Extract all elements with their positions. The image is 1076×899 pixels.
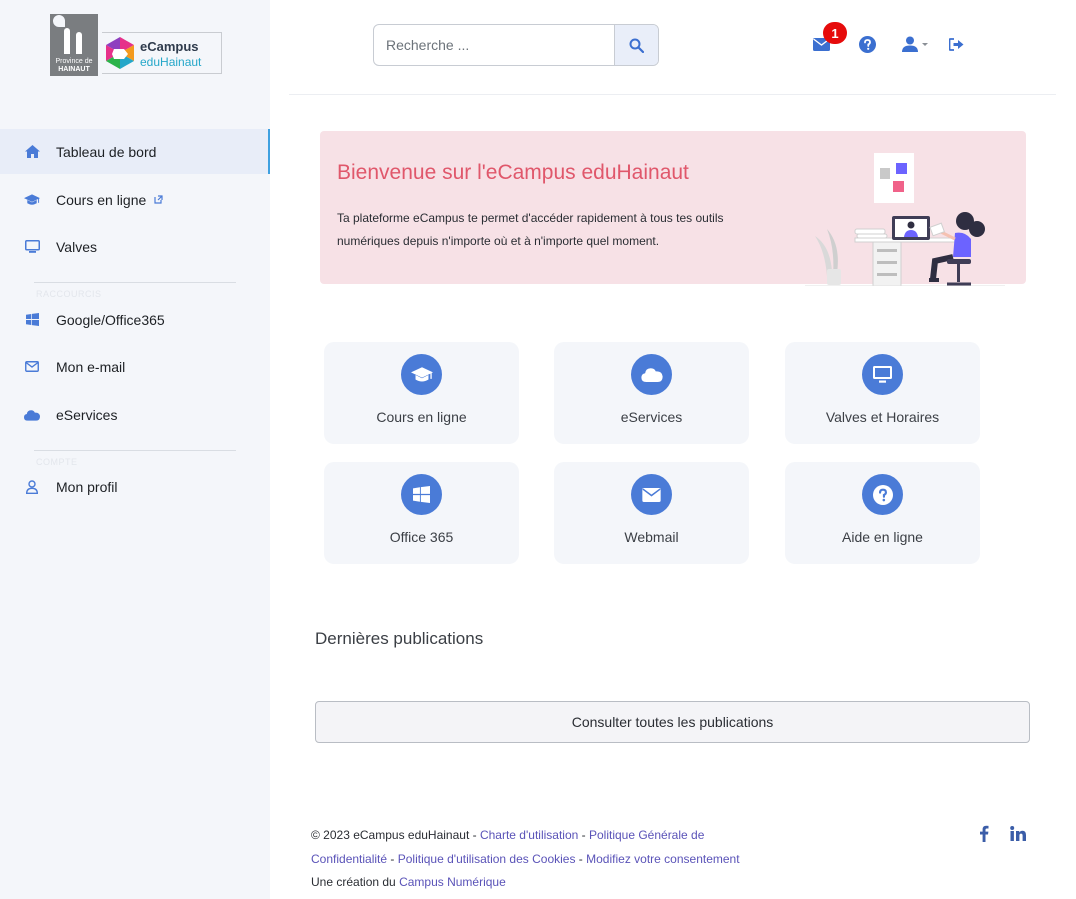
publications-title: Dernières publications bbox=[315, 629, 484, 648]
cloud-icon bbox=[24, 407, 40, 423]
sidebar-item-valves[interactable]: Valves bbox=[0, 224, 270, 269]
footer: © 2023 eCampus eduHainaut - Charte d'uti… bbox=[311, 824, 781, 895]
monitor-icon bbox=[24, 239, 40, 255]
facebook-link[interactable] bbox=[974, 823, 994, 843]
tile-valves-schedules[interactable]: Valves et Horaires bbox=[785, 342, 980, 444]
sidebar-item-profile[interactable]: Mon profil bbox=[0, 464, 270, 509]
tile-label: Aide en ligne bbox=[842, 529, 923, 545]
windows-icon bbox=[24, 312, 40, 328]
envelope-icon bbox=[24, 359, 40, 375]
monitor-icon bbox=[862, 354, 903, 395]
province-label: Province de bbox=[55, 58, 93, 65]
search-input[interactable] bbox=[374, 25, 615, 65]
consent-settings-link[interactable]: Modifiez votre consentement bbox=[586, 852, 739, 866]
envelope-icon bbox=[631, 474, 672, 515]
search-bar bbox=[373, 24, 659, 66]
home-icon bbox=[24, 144, 40, 160]
caret-down-icon bbox=[921, 42, 928, 46]
welcome-banner: Bienvenue sur l'eCampus eduHainaut Ta pl… bbox=[320, 131, 1026, 286]
linkedin-link[interactable] bbox=[1008, 823, 1028, 843]
tile-eservices[interactable]: eServices bbox=[554, 342, 749, 444]
question-icon bbox=[862, 474, 903, 515]
graduation-cap-icon bbox=[24, 192, 40, 208]
search-icon bbox=[629, 38, 644, 53]
hexagon-logo-icon bbox=[106, 37, 134, 69]
tile-online-courses[interactable]: Cours en ligne bbox=[324, 342, 519, 444]
province-name: HAINAUT bbox=[58, 66, 90, 73]
facebook-icon bbox=[980, 825, 989, 842]
footer-separator: - bbox=[578, 828, 589, 842]
sidebar-item-label: Tableau de bord bbox=[56, 143, 157, 160]
sidebar-item-label: Google/Office365 bbox=[56, 311, 165, 328]
sidebar-item-label: eServices bbox=[56, 406, 118, 423]
notification-badge: 1 bbox=[823, 22, 847, 44]
sidebar-item-dashboard[interactable]: Tableau de bord bbox=[0, 129, 270, 174]
sidebar-item-eservices[interactable]: eServices bbox=[0, 392, 270, 437]
sidebar-divider bbox=[34, 450, 236, 451]
tile-label: Cours en ligne bbox=[376, 409, 467, 425]
tile-label: eServices bbox=[620, 409, 683, 425]
welcome-title: Bienvenue sur l'eCampus eduHainaut bbox=[337, 161, 689, 184]
footer-separator: - bbox=[387, 851, 398, 866]
ecampus-logo[interactable]: Province de HAINAUT eCampus eduHainaut bbox=[50, 14, 222, 76]
cloud-icon bbox=[631, 354, 672, 395]
province-hainaut-logo: Province de HAINAUT bbox=[50, 14, 98, 76]
sidebar-item-google-office365[interactable]: Google/Office365 bbox=[0, 297, 270, 342]
sidebar-item-email[interactable]: Mon e-mail bbox=[0, 344, 270, 389]
sidebar-divider bbox=[34, 282, 236, 283]
tile-webmail[interactable]: Webmail bbox=[554, 462, 749, 564]
sidebar-item-label: Valves bbox=[56, 238, 97, 255]
person-at-desk-illustration bbox=[805, 153, 1005, 286]
sidebar-item-label: Mon profil bbox=[56, 478, 118, 495]
welcome-text: Ta plateforme eCampus te permet d'accéde… bbox=[337, 211, 724, 248]
campus-numerique-link[interactable]: Campus Numérique bbox=[399, 875, 506, 889]
linkedin-icon bbox=[1010, 825, 1026, 841]
search-button[interactable] bbox=[614, 25, 658, 65]
tile-online-help[interactable]: Aide en ligne bbox=[785, 462, 980, 564]
pillar-icon bbox=[64, 28, 70, 54]
brand-subname: eduHainaut bbox=[140, 55, 202, 69]
help-button[interactable] bbox=[857, 34, 877, 54]
ecampus-brand: eCampus eduHainaut bbox=[102, 32, 222, 74]
tile-label: Webmail bbox=[624, 529, 679, 545]
bird-icon bbox=[52, 14, 66, 28]
user-menu-button[interactable] bbox=[899, 34, 931, 54]
logout-button[interactable] bbox=[946, 34, 966, 54]
brand-name: eCampus bbox=[140, 39, 199, 54]
sidebar-item-label: Cours en ligne bbox=[56, 191, 147, 208]
sidebar: Province de HAINAUT eCampus eduHainaut T… bbox=[0, 0, 270, 899]
terms-link[interactable]: Charte d'utilisation bbox=[480, 828, 578, 842]
creation-text: Une création du bbox=[311, 875, 400, 889]
graduation-cap-icon bbox=[401, 354, 442, 395]
cookie-policy-link[interactable]: Politique d'utilisation des Cookies bbox=[398, 852, 576, 866]
sidebar-item-online-courses[interactable]: Cours en ligne bbox=[0, 177, 270, 222]
tile-label: Valves et Horaires bbox=[825, 409, 940, 425]
windows-icon bbox=[401, 474, 442, 515]
view-all-publications-button[interactable]: Consulter toutes les publications bbox=[315, 701, 1030, 743]
external-link-icon bbox=[154, 195, 163, 204]
sign-out-icon bbox=[948, 37, 963, 51]
question-circle-icon bbox=[858, 35, 876, 53]
pillar-icon bbox=[76, 32, 82, 54]
sidebar-item-label: Mon e-mail bbox=[56, 358, 126, 375]
tile-label: Office 365 bbox=[389, 529, 454, 545]
footer-separator: - bbox=[575, 851, 587, 866]
header-divider bbox=[289, 94, 1056, 95]
copyright-text: © 2023 eCampus eduHainaut - bbox=[311, 828, 480, 842]
user-icon bbox=[901, 36, 918, 52]
tile-office365[interactable]: Office 365 bbox=[324, 462, 519, 564]
user-icon bbox=[24, 479, 40, 495]
